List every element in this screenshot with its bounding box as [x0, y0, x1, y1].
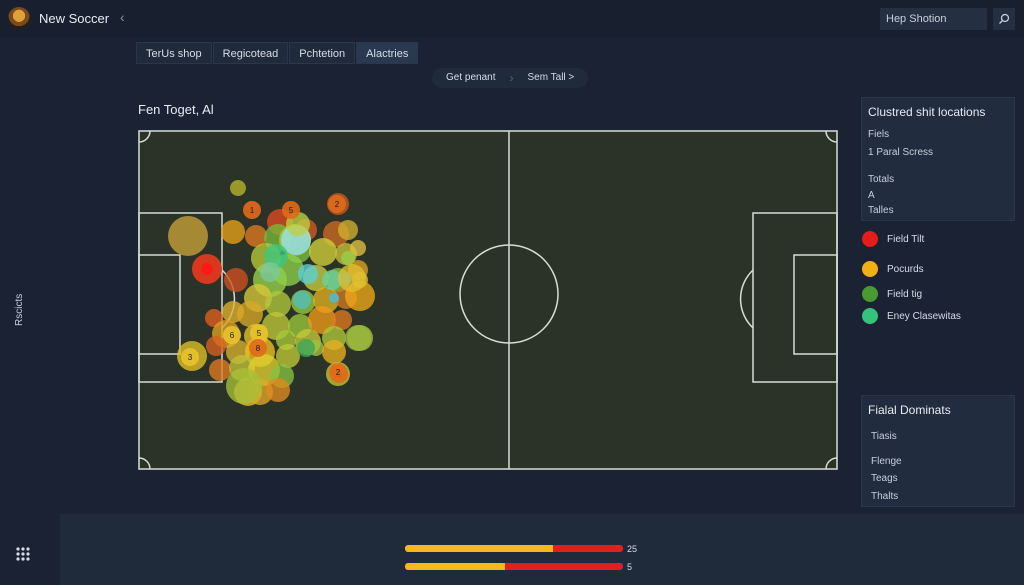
shot-bubble[interactable]	[309, 238, 337, 266]
tab-pchtetion[interactable]: Pchtetion	[289, 42, 356, 64]
dominance-panel-line: Tiasis	[871, 431, 897, 442]
shot-bubble[interactable]	[298, 264, 318, 284]
stat-bar-segment-b	[553, 545, 623, 552]
legend-item-pocurds[interactable]: Pocurds	[862, 261, 924, 277]
dominance-panel-title: Fialal Dominats	[868, 403, 951, 417]
shot-bubble[interactable]	[297, 339, 315, 357]
stat-bar-segment-b	[505, 563, 623, 570]
shot-marker-label: 3	[188, 353, 193, 362]
breadcrumb-item-get-penant[interactable]: Get penant	[432, 68, 509, 88]
stat-bar	[405, 545, 623, 552]
stat-bar-value: 5	[627, 562, 633, 572]
cluster-panel-line: 1 Paral Scress	[868, 147, 934, 158]
shot-bubble[interactable]	[341, 251, 355, 265]
tab-alactries[interactable]: Alactries	[356, 42, 419, 64]
shot-bubble[interactable]	[237, 301, 263, 327]
legend-item-eney-clasewitas[interactable]: Eney Clasewitas	[862, 308, 961, 324]
shot-bubble[interactable]	[226, 368, 262, 404]
search-button[interactable]	[993, 8, 1015, 30]
search-icon	[999, 13, 1010, 24]
legend-swatch	[862, 286, 878, 302]
shot-bubble[interactable]	[206, 336, 226, 356]
dominance-panel-line: Thalts	[871, 491, 899, 502]
cluster-panel-line: Fiels	[868, 129, 890, 140]
legend-label: Pocurds	[887, 263, 924, 275]
stat-bar-segment-a	[405, 563, 506, 570]
shot-bubble[interactable]	[338, 264, 366, 292]
dominance-panel-line: Teags	[871, 473, 898, 484]
stat-bar-value: 25	[627, 544, 638, 554]
pitch-title: Fen Toget, Al	[138, 102, 214, 117]
shot-marker-label: 8	[256, 344, 261, 353]
cluster-panel-line: Talles	[868, 205, 894, 216]
shot-bubble[interactable]	[293, 291, 311, 309]
stat-bar-segment-a	[405, 545, 554, 552]
legend-label: Field tig	[887, 288, 923, 300]
grid-icon[interactable]	[15, 546, 31, 562]
tab-regicotead[interactable]: Regicotead	[212, 42, 289, 64]
club-crest-logo	[8, 7, 30, 29]
search-input[interactable]	[880, 8, 987, 30]
shot-marker-label: 6	[230, 331, 235, 340]
cluster-panel: Clustred shit locations Fiels 1 Paral Sc…	[861, 97, 1015, 221]
breadcrumb: Get penant › Sem Tall >	[432, 68, 589, 88]
side-rail: Rscicts	[0, 38, 60, 585]
cluster-panel-title: Clustred shit locations	[868, 105, 986, 119]
shot-bubble[interactable]	[224, 268, 248, 292]
shot-bubble[interactable]	[209, 359, 231, 381]
shot-bubble[interactable]	[345, 325, 371, 351]
shot-bubble[interactable]	[168, 216, 208, 256]
stat-bar	[405, 563, 623, 570]
shot-bubble[interactable]	[329, 293, 339, 303]
cluster-panel-line: Totals	[868, 174, 895, 185]
pitch-grass	[138, 130, 838, 470]
cluster-panel-line: A	[868, 190, 875, 201]
legend-swatch	[862, 231, 878, 247]
dominance-panel-line: Flenge	[871, 456, 902, 467]
side-rail-label: Rscicts	[14, 293, 25, 326]
shot-marker-label: 5	[289, 206, 294, 215]
chevron-left-icon[interactable]: ‹	[120, 9, 125, 25]
legend-item-field-tilt[interactable]: Field Tilt	[862, 231, 924, 247]
shot-bubble[interactable]	[221, 220, 245, 244]
legend-swatch	[862, 261, 878, 277]
legend-swatch	[862, 308, 878, 324]
top-bar: New Soccer ‹	[0, 0, 1024, 38]
shot-bubble-core	[201, 263, 213, 275]
tab-bar: TerUs shop Regicotead Pchtetion Alactrie…	[136, 42, 419, 64]
shot-marker-label: 2	[336, 368, 341, 377]
shot-bubble[interactable]	[230, 180, 246, 196]
app-title: New Soccer	[39, 11, 110, 26]
shot-bubble[interactable]	[260, 262, 280, 282]
legend-item-field-tig[interactable]: Field tig	[862, 286, 922, 302]
shot-marker-label: 2	[335, 200, 340, 209]
shot-marker-label: 5	[257, 329, 262, 338]
tab-terus-shop[interactable]: TerUs shop	[136, 42, 212, 64]
shot-marker-label: 1	[250, 206, 255, 215]
breadcrumb-item-sem-tall[interactable]: Sem Tall >	[513, 68, 588, 88]
shot-map-pitch: 152356832	[138, 130, 838, 470]
legend-label: Eney Clasewitas	[887, 310, 961, 322]
dominance-panel: Fialal Dominats Tiasis Flenge Teags Thal…	[861, 395, 1015, 507]
shot-bubble[interactable]	[338, 220, 358, 240]
shot-bubble[interactable]	[322, 340, 346, 364]
shot-bubble[interactable]	[266, 378, 290, 402]
legend-label: Field Tilt	[887, 233, 925, 245]
